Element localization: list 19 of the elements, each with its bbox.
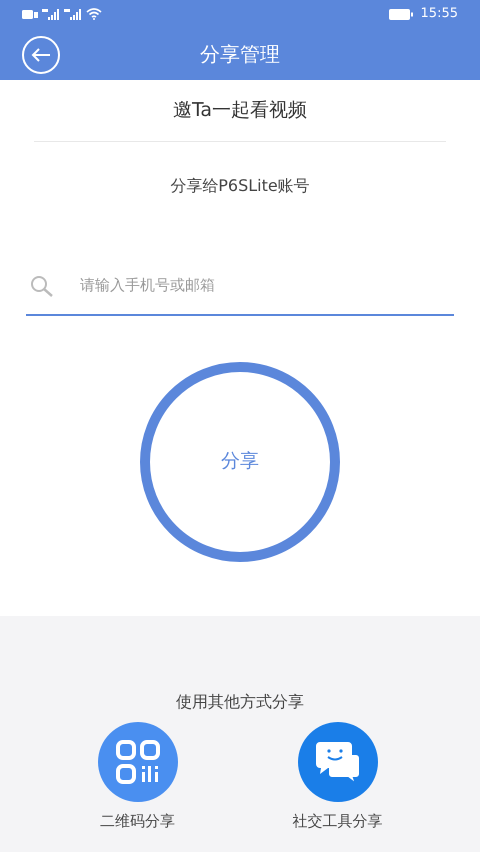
search-icon [30,274,54,296]
hd-icon [22,10,38,18]
section-title: 使用其他方式分享 [176,690,304,712]
share-target-text: 分享给P6SLite账号 [170,176,310,194]
option-label: 二维码分享 [100,810,175,832]
page-title: 分享管理 [200,41,280,68]
search-field[interactable]: 请输入手机号或邮箱 [78,273,454,298]
signal-icon [42,8,60,20]
chat-bubbles-icon [314,740,362,784]
option-label: 社交工具分享 [292,810,382,832]
back-button[interactable] [22,36,60,74]
wifi-icon [86,8,102,20]
qr-code-icon [116,740,160,784]
share-button[interactable]: 分享 [140,362,340,562]
battery-icon [388,8,413,20]
status-time: 15:55 [420,5,458,24]
back-arrow-icon [31,48,51,62]
invite-title: 邀Ta一起看视频 [172,99,308,121]
signal-icon [64,8,82,20]
